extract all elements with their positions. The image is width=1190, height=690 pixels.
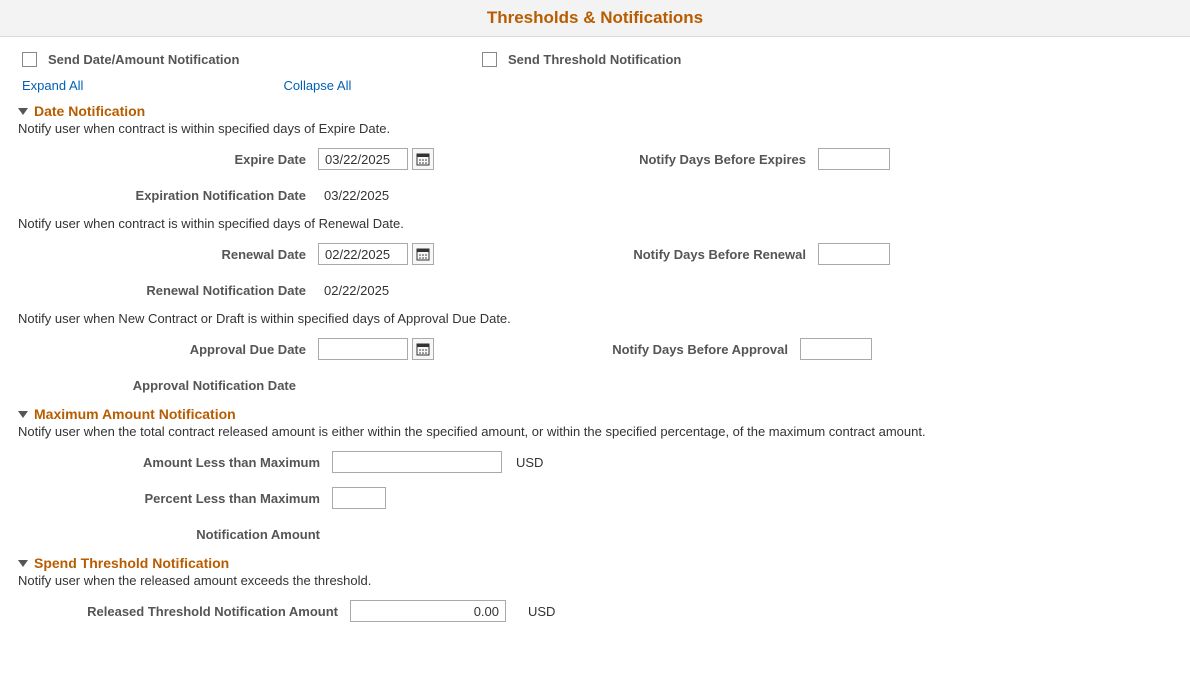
calendar-icon xyxy=(416,152,430,166)
notification-checkbox-row: Send Date/Amount Notification Send Thres… xyxy=(18,49,1142,70)
send-threshold-checkbox[interactable] xyxy=(482,52,497,67)
chevron-down-icon xyxy=(18,108,28,115)
notify-before-expires-label: Notify Days Before Expires xyxy=(568,152,818,167)
calendar-icon xyxy=(416,247,430,261)
calendar-icon xyxy=(416,342,430,356)
percent-less-max-row: Percent Less than Maximum xyxy=(18,483,1142,513)
approval-due-date-calendar-button[interactable] xyxy=(412,338,434,360)
expire-date-input[interactable] xyxy=(318,148,408,170)
approval-notification-date-label: Approval Notification Date xyxy=(18,378,308,393)
max-amount-header[interactable]: Maximum Amount Notification xyxy=(18,406,1142,422)
amount-less-max-row: Amount Less than Maximum USD xyxy=(18,447,1142,477)
date-notification-desc-2: Notify user when contract is within spec… xyxy=(18,216,1142,231)
date-notification-desc-1: Notify user when contract is within spec… xyxy=(18,121,1142,136)
notify-before-renewal-label: Notify Days Before Renewal xyxy=(568,247,818,262)
expand-collapse-row: Expand All Collapse All xyxy=(18,78,1142,93)
renewal-date-row: Renewal Date Notify Days Before Renewal xyxy=(18,239,1142,269)
notification-amount-label: Notification Amount xyxy=(18,527,332,542)
expire-date-calendar-button[interactable] xyxy=(412,148,434,170)
send-date-amount-label: Send Date/Amount Notification xyxy=(48,52,239,67)
renewal-notification-date-value: 02/22/2025 xyxy=(318,283,389,298)
approval-due-date-label: Approval Due Date xyxy=(18,342,318,357)
notify-before-approval-input[interactable] xyxy=(800,338,872,360)
chevron-down-icon xyxy=(18,411,28,418)
renewal-date-input[interactable] xyxy=(318,243,408,265)
expire-date-row: Expire Date Notify Days Before Expires xyxy=(18,144,1142,174)
expand-all-link[interactable]: Expand All xyxy=(22,78,83,93)
page-header: Thresholds & Notifications xyxy=(0,0,1190,37)
date-notification-header[interactable]: Date Notification xyxy=(18,103,1142,119)
expiration-notification-date-value: 03/22/2025 xyxy=(318,188,389,203)
spend-threshold-title: Spend Threshold Notification xyxy=(34,555,229,571)
released-threshold-label: Released Threshold Notification Amount xyxy=(18,604,350,619)
released-threshold-input[interactable] xyxy=(350,600,506,622)
date-notification-desc-3: Notify user when New Contract or Draft i… xyxy=(18,311,1142,326)
amount-less-max-label: Amount Less than Maximum xyxy=(18,455,332,470)
expiration-notification-date-label: Expiration Notification Date xyxy=(18,188,318,203)
notification-amount-row: Notification Amount xyxy=(18,519,1142,549)
spend-threshold-header[interactable]: Spend Threshold Notification xyxy=(18,555,1142,571)
approval-notification-date-row: Approval Notification Date xyxy=(18,370,1142,400)
send-threshold-label: Send Threshold Notification xyxy=(508,52,681,67)
approval-due-date-row: Approval Due Date Notify Days Before App… xyxy=(18,334,1142,364)
renewal-date-label: Renewal Date xyxy=(18,247,318,262)
renewal-notification-date-label: Renewal Notification Date xyxy=(18,283,318,298)
expiration-notification-date-row: Expiration Notification Date 03/22/2025 xyxy=(18,180,1142,210)
date-notification-title: Date Notification xyxy=(34,103,145,119)
currency-label-2: USD xyxy=(528,604,555,619)
chevron-down-icon xyxy=(18,560,28,567)
renewal-notification-date-row: Renewal Notification Date 02/22/2025 xyxy=(18,275,1142,305)
percent-less-max-label: Percent Less than Maximum xyxy=(18,491,332,506)
notify-before-renewal-input[interactable] xyxy=(818,243,890,265)
released-threshold-row: Released Threshold Notification Amount U… xyxy=(18,596,1142,626)
spend-threshold-desc: Notify user when the released amount exc… xyxy=(18,573,1142,588)
expire-date-label: Expire Date xyxy=(18,152,318,167)
collapse-all-link[interactable]: Collapse All xyxy=(283,78,351,93)
percent-less-max-input[interactable] xyxy=(332,487,386,509)
max-amount-desc: Notify user when the total contract rele… xyxy=(18,424,958,439)
notify-before-approval-label: Notify Days Before Approval xyxy=(568,342,800,357)
max-amount-title: Maximum Amount Notification xyxy=(34,406,236,422)
page-title: Thresholds & Notifications xyxy=(487,8,703,28)
content-area: Send Date/Amount Notification Send Thres… xyxy=(0,37,1160,644)
approval-due-date-input[interactable] xyxy=(318,338,408,360)
currency-label: USD xyxy=(516,455,543,470)
notify-before-expires-input[interactable] xyxy=(818,148,890,170)
amount-less-max-input[interactable] xyxy=(332,451,502,473)
send-date-amount-checkbox[interactable] xyxy=(22,52,37,67)
renewal-date-calendar-button[interactable] xyxy=(412,243,434,265)
